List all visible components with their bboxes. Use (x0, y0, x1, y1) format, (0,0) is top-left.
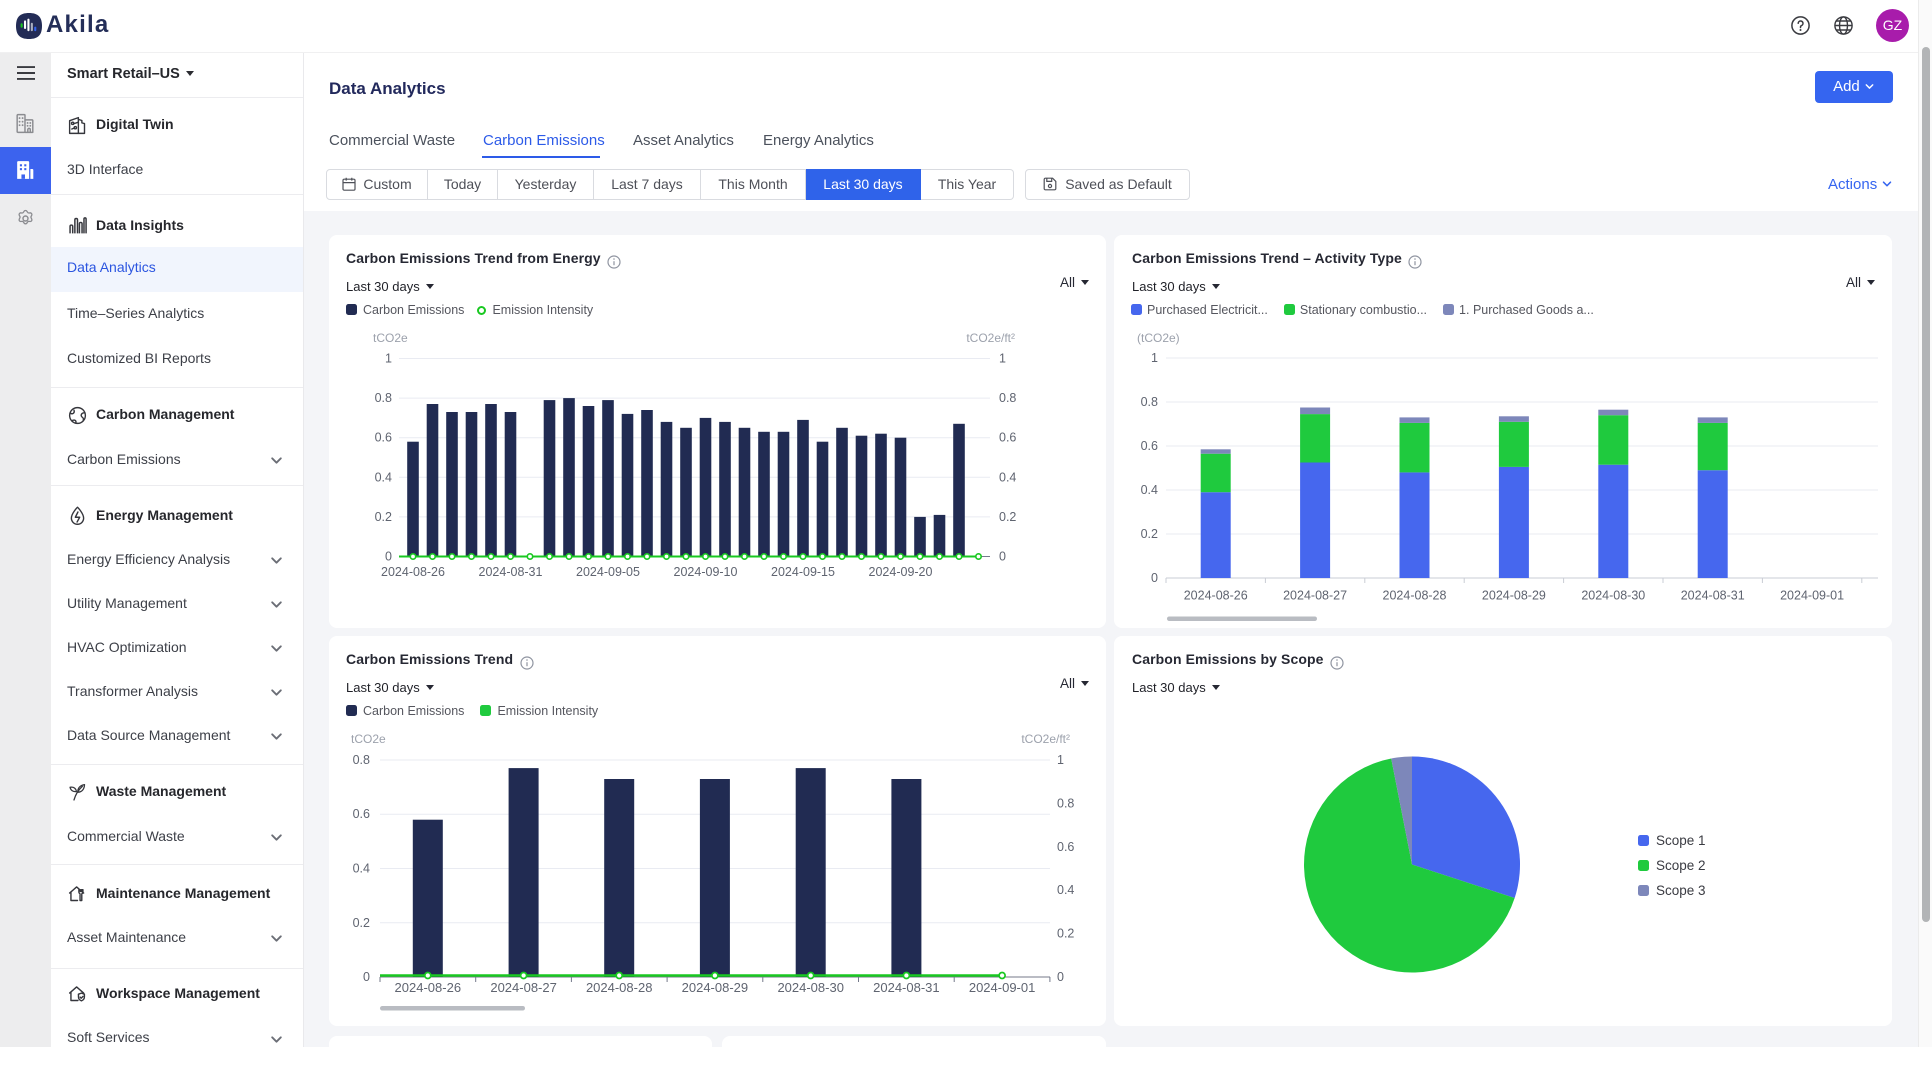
svg-text:1: 1 (1057, 753, 1064, 767)
svg-text:2024-08-30: 2024-08-30 (777, 980, 844, 995)
svg-text:tCO2e/ft²: tCO2e/ft² (966, 331, 1015, 345)
svg-text:0.2: 0.2 (375, 510, 392, 524)
svg-text:0.6: 0.6 (999, 431, 1016, 445)
svg-text:0.6: 0.6 (1141, 439, 1158, 453)
svg-text:tCO2e/ft²: tCO2e/ft² (1021, 732, 1070, 746)
svg-text:0.8: 0.8 (1141, 395, 1158, 409)
svg-text:2024-09-05: 2024-09-05 (576, 565, 640, 579)
svg-text:0.2: 0.2 (1057, 927, 1074, 941)
svg-text:2024-09-01: 2024-09-01 (1780, 589, 1844, 603)
svg-text:2024-08-26: 2024-08-26 (1184, 589, 1248, 603)
svg-text:0.6: 0.6 (353, 807, 370, 821)
svg-text:0.8: 0.8 (375, 391, 392, 405)
svg-text:0: 0 (363, 970, 370, 984)
svg-text:0: 0 (1057, 970, 1064, 984)
svg-text:0.8: 0.8 (999, 391, 1016, 405)
svg-text:0.4: 0.4 (375, 470, 392, 484)
svg-text:2024-09-20: 2024-09-20 (869, 565, 933, 579)
svg-text:tCO2e: tCO2e (373, 331, 408, 345)
svg-text:1: 1 (385, 352, 392, 366)
svg-text:1: 1 (1151, 351, 1158, 365)
svg-text:2024-08-26: 2024-08-26 (381, 565, 445, 579)
svg-text:2024-08-27: 2024-08-27 (1283, 589, 1347, 603)
svg-text:0.2: 0.2 (353, 916, 370, 930)
svg-text:0: 0 (999, 550, 1006, 564)
svg-text:2024-08-26: 2024-08-26 (395, 980, 462, 995)
svg-text:0.6: 0.6 (1057, 840, 1074, 854)
svg-text:0.4: 0.4 (1057, 883, 1074, 897)
svg-text:1: 1 (999, 352, 1006, 366)
svg-text:2024-09-15: 2024-09-15 (771, 565, 835, 579)
svg-text:2024-08-28: 2024-08-28 (1383, 589, 1447, 603)
svg-text:2024-08-31: 2024-08-31 (873, 980, 940, 995)
svg-text:0.8: 0.8 (1057, 796, 1074, 810)
svg-text:0: 0 (385, 550, 392, 564)
svg-text:2024-08-31: 2024-08-31 (479, 565, 543, 579)
svg-text:0.4: 0.4 (1141, 483, 1158, 497)
svg-text:0.4: 0.4 (353, 862, 370, 876)
svg-text:(tCO2e): (tCO2e) (1137, 331, 1180, 345)
svg-text:2024-08-29: 2024-08-29 (1482, 589, 1546, 603)
svg-text:2024-09-10: 2024-09-10 (674, 565, 738, 579)
svg-text:2024-08-27: 2024-08-27 (490, 980, 556, 995)
svg-text:0.2: 0.2 (999, 510, 1016, 524)
svg-text:2024-08-29: 2024-08-29 (682, 980, 749, 995)
svg-text:2024-08-31: 2024-08-31 (1681, 589, 1745, 603)
svg-text:0.4: 0.4 (999, 470, 1016, 484)
svg-text:tCO2e: tCO2e (351, 732, 386, 746)
svg-text:0.2: 0.2 (1141, 527, 1158, 541)
svg-text:2024-09-01: 2024-09-01 (969, 980, 1036, 995)
svg-text:0: 0 (1151, 571, 1158, 585)
svg-text:2024-08-28: 2024-08-28 (586, 980, 653, 995)
svg-text:2024-08-30: 2024-08-30 (1581, 589, 1645, 603)
svg-text:0.8: 0.8 (353, 753, 370, 767)
svg-text:0.6: 0.6 (375, 431, 392, 445)
